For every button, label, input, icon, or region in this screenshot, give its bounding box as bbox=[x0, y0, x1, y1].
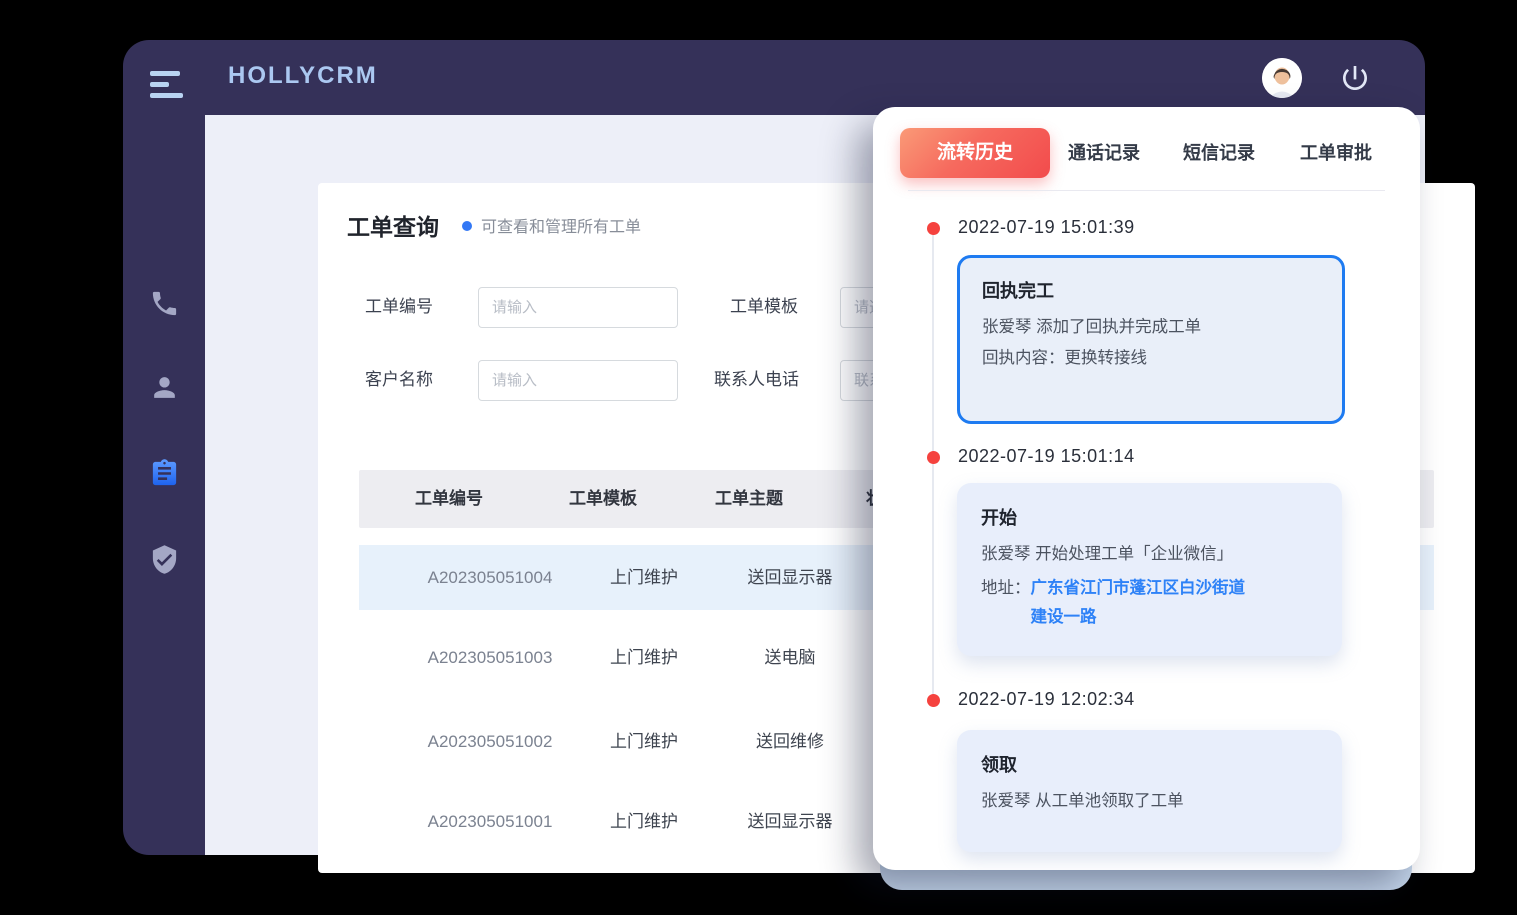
filter-label-contact-phone: 联系人电话 bbox=[714, 360, 799, 400]
timeline-card-line: 张爱琴 添加了回执并完成工单 bbox=[982, 316, 1320, 340]
timeline-card-line: 张爱琴 从工单池领取了工单 bbox=[981, 790, 1318, 814]
timeline-card-line: 张爱琴 开始处理工单「企业微信」 bbox=[981, 543, 1318, 567]
clipboard-icon bbox=[149, 458, 180, 489]
tab-sms-records[interactable]: 短信记录 bbox=[1183, 139, 1255, 165]
sidebar-item-calls[interactable] bbox=[123, 281, 205, 325]
timeline-card-title: 开始 bbox=[981, 504, 1318, 530]
screenshot-stage: HOLLYCRM bbox=[0, 0, 1517, 915]
top-bar: HOLLYCRM bbox=[123, 40, 1425, 115]
filter-label-workorder-no: 工单编号 bbox=[365, 287, 433, 327]
col-subject: 工单主题 bbox=[715, 470, 783, 528]
filter-label-customer: 客户名称 bbox=[365, 360, 433, 400]
cell-id: A202305051001 bbox=[428, 789, 553, 854]
timeline-timestamp: 2022-07-19 15:01:39 bbox=[958, 217, 1135, 238]
tab-approval[interactable]: 工单审批 bbox=[1300, 139, 1372, 165]
avatar[interactable] bbox=[1262, 58, 1302, 98]
user-icon bbox=[149, 372, 180, 403]
page-subtitle: 可查看和管理所有工单 bbox=[481, 213, 641, 237]
address-label: 地址： bbox=[981, 574, 1031, 632]
timeline-line bbox=[932, 235, 934, 707]
sidebar-item-security[interactable] bbox=[123, 537, 205, 581]
timeline-card-claim[interactable]: 领取 张爱琴 从工单池领取了工单 bbox=[957, 730, 1342, 852]
cell-subject: 送回显示器 bbox=[748, 545, 833, 610]
cell-id: A202305051003 bbox=[428, 625, 553, 690]
timeline-card-line: 回执内容：更换转接线 bbox=[982, 347, 1320, 371]
timeline-card-receipt-complete[interactable]: 回执完工 张爱琴 添加了回执并完成工单 回执内容：更换转接线 bbox=[957, 255, 1345, 424]
col-workorder-no: 工单编号 bbox=[415, 470, 483, 528]
cell-template: 上门维护 bbox=[610, 625, 678, 690]
address-link[interactable]: 广东省江门市蓬江区白沙街道建设一路 bbox=[1031, 574, 1249, 632]
sidebar-item-customers[interactable] bbox=[123, 365, 205, 409]
title-dot bbox=[462, 221, 472, 231]
cell-template: 上门维护 bbox=[610, 789, 678, 854]
filter-label-template: 工单模板 bbox=[730, 287, 798, 327]
app-logo: HOLLYCRM bbox=[228, 62, 378, 90]
timeline-timestamp: 2022-07-19 15:01:14 bbox=[958, 446, 1135, 467]
timeline-dot bbox=[927, 694, 940, 707]
cell-template: 上门维护 bbox=[610, 709, 678, 774]
address-row: 地址： 广东省江门市蓬江区白沙街道建设一路 bbox=[981, 574, 1318, 632]
cell-template: 上门维护 bbox=[610, 545, 678, 610]
power-icon[interactable] bbox=[1339, 62, 1371, 94]
tabs-divider bbox=[908, 190, 1385, 191]
timeline-card-title: 回执完工 bbox=[982, 277, 1320, 303]
timeline-dot bbox=[927, 222, 940, 235]
shield-icon bbox=[149, 544, 180, 575]
sidebar-item-workorders[interactable] bbox=[123, 451, 205, 495]
menu-icon[interactable] bbox=[150, 71, 186, 101]
workorder-no-input[interactable] bbox=[478, 287, 678, 328]
customer-name-input[interactable] bbox=[478, 360, 678, 401]
sidebar bbox=[123, 115, 205, 855]
tab-flow-history[interactable]: 流转历史 bbox=[900, 128, 1050, 178]
cell-id: A202305051002 bbox=[428, 709, 553, 774]
timeline-dot bbox=[927, 451, 940, 464]
page-title: 工单查询 bbox=[347, 208, 439, 242]
timeline-card-start[interactable]: 开始 张爱琴 开始处理工单「企业微信」 地址： 广东省江门市蓬江区白沙街道建设一… bbox=[957, 483, 1342, 656]
col-template: 工单模板 bbox=[569, 470, 637, 528]
cell-subject: 送回显示器 bbox=[748, 789, 833, 854]
detail-panel: 流转历史 通话记录 短信记录 工单审批 2022-07-19 15:01:39 … bbox=[873, 107, 1420, 870]
avatar-image bbox=[1262, 58, 1302, 98]
timeline-timestamp: 2022-07-19 12:02:34 bbox=[958, 689, 1135, 710]
tab-call-records[interactable]: 通话记录 bbox=[1068, 139, 1140, 165]
cell-subject: 送电脑 bbox=[765, 625, 816, 690]
cell-subject: 送回维修 bbox=[756, 709, 824, 774]
cell-id: A202305051004 bbox=[428, 545, 553, 610]
phone-icon bbox=[149, 288, 180, 319]
timeline-card-title: 领取 bbox=[981, 751, 1318, 777]
